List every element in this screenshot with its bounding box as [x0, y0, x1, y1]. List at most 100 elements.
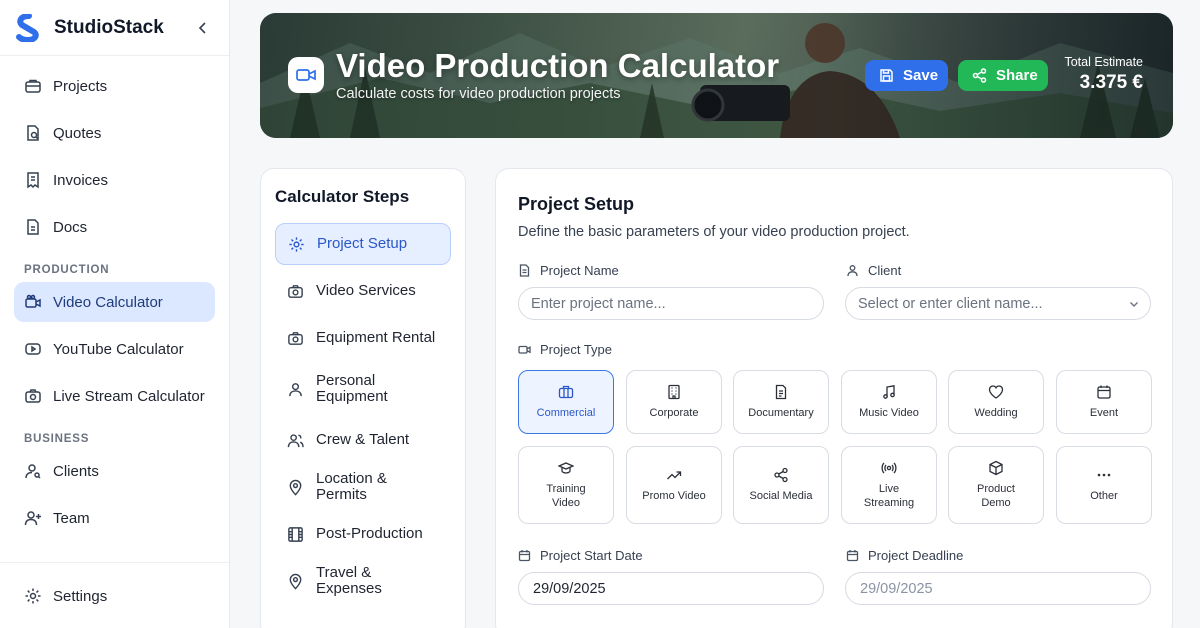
document-search-icon	[24, 124, 42, 142]
hero-video-badge	[288, 57, 324, 93]
step-personal-equipment[interactable]: Personal Equipment	[275, 364, 451, 414]
project-type-corporate[interactable]: Corporate	[626, 370, 722, 434]
share-icon	[773, 467, 789, 483]
live-camera-icon	[24, 387, 42, 405]
sidebar-item-clients[interactable]: Clients	[14, 451, 215, 491]
calendar-icon	[518, 549, 531, 562]
step-location-permits[interactable]: Location & Permits	[275, 466, 451, 508]
briefcase-icon	[558, 384, 574, 400]
save-icon	[879, 68, 894, 83]
sidebar-item-live-stream-calculator[interactable]: Live Stream Calculator	[14, 376, 215, 416]
project-type-label: Documentary	[748, 407, 814, 419]
project-type-wedding[interactable]: Wedding	[948, 370, 1044, 434]
map-pin-icon	[287, 479, 304, 496]
sidebar-item-label: YouTube Calculator	[53, 340, 184, 358]
calendar-icon	[846, 549, 859, 562]
collapse-sidebar-button[interactable]	[193, 18, 213, 38]
project-setup-card: Project Setup Define the basic parameter…	[495, 168, 1173, 628]
client-placeholder: Select or enter client name...	[858, 295, 1043, 312]
project-type-event[interactable]: Event	[1056, 370, 1152, 434]
project-type-label: Social Media	[749, 490, 813, 502]
video-camera-icon	[518, 343, 531, 356]
deadline-input[interactable]: 29/09/2025	[845, 572, 1151, 605]
step-travel-expenses[interactable]: Travel & Expenses	[275, 560, 451, 602]
sidebar-item-projects[interactable]: Projects	[14, 66, 215, 106]
deadline-label: Project Deadline	[846, 548, 963, 563]
step-post-production[interactable]: Post-Production	[275, 513, 451, 555]
briefcase-icon	[24, 77, 42, 95]
camera-icon	[287, 330, 304, 347]
section-description: Define the basic parameters of your vide…	[518, 224, 910, 240]
project-type-label: Corporate	[649, 407, 699, 419]
project-type-documentary[interactable]: Documentary	[733, 370, 829, 434]
save-button[interactable]: Save	[865, 60, 948, 91]
graduation-cap-icon	[558, 460, 574, 476]
sidebar-item-settings[interactable]: Settings	[14, 576, 215, 616]
project-type-live-streaming[interactable]: Live Streaming	[841, 446, 937, 524]
step-video-services[interactable]: Video Services	[275, 270, 451, 312]
save-button-label: Save	[903, 67, 939, 84]
gear-icon	[24, 587, 42, 605]
sidebar-item-docs[interactable]: Docs	[14, 207, 215, 247]
camera-icon	[287, 283, 304, 300]
section-business: BUSINESS	[24, 433, 90, 445]
project-name-label: Project Name	[518, 263, 619, 278]
project-type-label: Other	[1090, 490, 1118, 502]
chevron-left-icon	[198, 21, 206, 34]
sidebar-item-label: Settings	[53, 587, 108, 605]
project-type-label: Live Streaming	[863, 483, 915, 509]
deadline-label-text: Project Deadline	[868, 548, 964, 563]
step-crew-talent[interactable]: Crew & Talent	[275, 419, 451, 461]
client-label: Client	[846, 263, 901, 278]
project-name-input[interactable]: Enter project name...	[518, 287, 824, 320]
box-icon	[988, 460, 1004, 476]
client-select[interactable]: Select or enter client name...	[845, 287, 1151, 320]
project-type-label: Commercial	[536, 407, 596, 419]
start-date-input[interactable]: 29/09/2025	[518, 572, 824, 605]
step-label: Video Services	[316, 282, 416, 299]
project-type-other[interactable]: Other	[1056, 446, 1152, 524]
project-type-social-media[interactable]: Social Media	[733, 446, 829, 524]
sidebar-item-label: Projects	[53, 77, 108, 95]
step-equipment-rental[interactable]: Equipment Rental	[275, 317, 451, 359]
project-type-label: Wedding	[974, 407, 1018, 419]
sidebar-item-quotes[interactable]: Quotes	[14, 113, 215, 153]
project-name-label-text: Project Name	[540, 263, 619, 278]
page-subtitle: Calculate costs for video production pro…	[336, 86, 621, 102]
start-date-label-text: Project Start Date	[540, 548, 643, 563]
brand-name: StudioStack	[54, 16, 164, 38]
project-type-music-video[interactable]: Music Video	[841, 370, 937, 434]
total-estimate: Total Estimate 3.375 €	[1064, 55, 1143, 94]
receipt-icon	[24, 171, 42, 189]
sidebar-item-label: Video Calculator	[53, 293, 163, 311]
project-name-placeholder: Enter project name...	[531, 295, 666, 312]
sidebar-item-label: Invoices	[53, 171, 109, 189]
sidebar-item-team[interactable]: Team	[14, 498, 215, 538]
step-project-setup[interactable]: Project Setup	[275, 223, 451, 265]
more-icon	[1096, 467, 1112, 483]
project-type-promo-video[interactable]: Promo Video	[626, 446, 722, 524]
sidebar-footer: Settings	[0, 562, 229, 628]
sidebar-item-invoices[interactable]: Invoices	[14, 160, 215, 200]
deadline-value: 29/09/2025	[860, 580, 933, 597]
file-icon	[24, 218, 42, 236]
chevron-down-icon	[1128, 298, 1140, 310]
steps-title: Calculator Steps	[275, 187, 410, 206]
video-camera-icon	[24, 293, 42, 311]
project-type-commercial[interactable]: Commercial	[518, 370, 614, 434]
project-type-product-demo[interactable]: Product Demo	[948, 446, 1044, 524]
project-type-training-video[interactable]: Training Video	[518, 446, 614, 524]
share-button[interactable]: Share	[958, 60, 1048, 91]
document-icon	[518, 264, 531, 277]
video-camera-icon	[296, 69, 316, 81]
users-icon	[287, 432, 304, 449]
section-title: Project Setup	[518, 194, 635, 214]
page-title: Video Production Calculator	[336, 47, 780, 84]
sidebar-item-youtube-calculator[interactable]: YouTube Calculator	[14, 329, 215, 369]
gear-icon	[288, 236, 305, 253]
calculator-steps-panel: Calculator Steps Project Setup Video Ser…	[260, 168, 466, 628]
share-button-label: Share	[996, 67, 1038, 84]
step-label: Post-Production	[316, 525, 423, 542]
sidebar-item-video-calculator[interactable]: Video Calculator	[14, 282, 215, 322]
user-icon	[287, 381, 304, 398]
